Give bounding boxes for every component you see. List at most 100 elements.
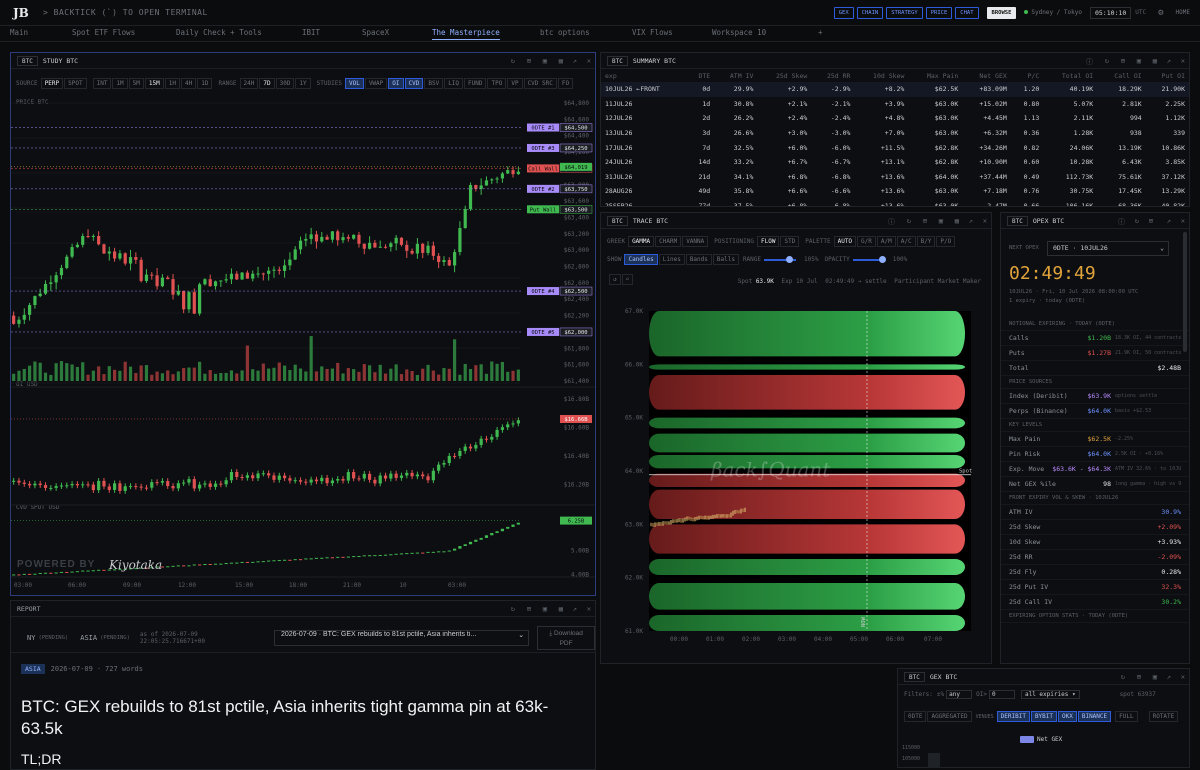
layout-icon[interactable]: ⊞ [923, 217, 927, 225]
session-asia[interactable]: ASIA [80, 634, 97, 642]
gex-asset-chip[interactable]: BTC [904, 671, 925, 682]
summary-row[interactable]: 28AUG26 49d 35.8% +6.6% -6.6% +13.6% $63.0K +7.… [601, 184, 1189, 199]
popout-icon[interactable]: ↗ [573, 57, 577, 65]
chain-button[interactable]: CHAIN [856, 6, 884, 19]
col-header[interactable]: 10d Skew [854, 69, 908, 82]
col-header[interactable]: Put OI [1146, 69, 1189, 82]
close-icon[interactable]: ✕ [983, 217, 987, 225]
col-header[interactable]: Call OI [1097, 69, 1146, 82]
refresh-icon[interactable]: ↻ [1121, 673, 1125, 681]
opex-asset-chip[interactable]: BTC [1007, 215, 1028, 226]
close-icon[interactable]: ✕ [1181, 217, 1185, 225]
study-asset-chip[interactable]: BTC [17, 55, 38, 66]
show-bands[interactable]: Bands [685, 254, 712, 265]
pct-filter-input[interactable]: any [946, 690, 973, 699]
tab-workspace-10[interactable]: Workspace 10 [712, 28, 766, 37]
popout-icon[interactable]: ↗ [1167, 673, 1171, 681]
venue-okx[interactable]: OKX [1058, 711, 1077, 722]
range-slider[interactable] [764, 255, 796, 263]
popout-icon[interactable]: ↗ [1167, 57, 1171, 65]
summary-asset-chip[interactable]: BTC [607, 55, 628, 66]
col-header[interactable]: 25d RR [811, 69, 854, 82]
mode-0dte[interactable]: 0DTE [904, 711, 927, 722]
full-button[interactable]: FULL [1115, 711, 1138, 722]
report-select[interactable]: 2026-07-09 · BTC: GEX rebuilds to 81st p… [273, 629, 530, 646]
tab-btc-options[interactable]: btc options [540, 28, 590, 37]
layout-icon[interactable]: ⊞ [1137, 673, 1141, 681]
session-ny[interactable]: NY [27, 634, 35, 642]
summary-row[interactable]: 25SEP2677d37.5%+6.8%-6.8%+13.6%$63.0K-2.… [601, 199, 1189, 206]
add-tab-button[interactable]: + [818, 28, 823, 37]
close-icon[interactable]: ✕ [587, 605, 591, 613]
show-balls[interactable]: Balls [712, 254, 739, 265]
maximize-icon[interactable]: ▦ [1153, 57, 1157, 65]
summary-row[interactable]: 13JUL26 3d 26.6% +3.0% -3.0% +7.0% $63.0K +6.32… [601, 126, 1189, 141]
tab-spot-etf-flows[interactable]: Spot ETF Flows [72, 28, 135, 37]
col-header[interactable]: ATM IV [714, 69, 757, 82]
refresh-icon[interactable]: ↻ [1105, 57, 1109, 65]
home-button[interactable]: HOME [1176, 9, 1190, 16]
opex-select[interactable]: 0DTE · 10JUL26 ⌄ [1047, 241, 1169, 256]
chat-button[interactable]: CHAT [955, 6, 979, 19]
venue-bybit[interactable]: BYBIT [1030, 711, 1057, 722]
download-pdf-button[interactable]: ⤓ Download PDF [537, 625, 595, 650]
browse-button[interactable]: BROWSE [986, 6, 1017, 19]
palette-ac[interactable]: A/C [896, 236, 916, 247]
col-header[interactable]: DTE [687, 69, 714, 82]
split-icon[interactable]: ▣ [939, 217, 943, 225]
expiries-select[interactable]: all expiries ▾ [1020, 690, 1080, 699]
show-candles[interactable]: Candles [624, 254, 658, 265]
tab-daily-check[interactable]: Daily Check + Tools [176, 28, 262, 37]
venue-binance[interactable]: BINANCE [1077, 711, 1112, 722]
price-button[interactable]: PRICE [925, 6, 953, 19]
split-icon[interactable]: ▣ [1153, 673, 1157, 681]
venue-deribit[interactable]: DERIBIT [996, 711, 1030, 722]
split-icon[interactable]: ▣ [1137, 57, 1141, 65]
refresh-icon[interactable]: ↻ [511, 605, 515, 613]
summary-row[interactable]: 12JUL26 2d 26.2% +2.4% -2.4% +4.8% $63.0K +4.45… [601, 111, 1189, 126]
palette-am[interactable]: A/M [876, 236, 896, 247]
split-icon[interactable]: ▣ [543, 605, 547, 613]
col-header[interactable]: Max Pain [908, 69, 962, 82]
positioning-std[interactable]: STD [780, 236, 800, 247]
palette-auto[interactable]: AUTO [833, 236, 857, 247]
close-icon[interactable]: ✕ [1181, 57, 1185, 65]
scrollbar[interactable] [1183, 232, 1187, 352]
zoom-icon[interactable]: ⌕ [621, 274, 634, 285]
split-icon[interactable]: ▣ [543, 57, 547, 65]
tab-ibit[interactable]: IBIT [302, 28, 320, 37]
range-slider-handle[interactable] [786, 255, 793, 263]
refresh-icon[interactable]: ↻ [907, 217, 911, 225]
info-icon[interactable]: ⓘ [1118, 217, 1125, 227]
tab-vix-flows[interactable]: VIX Flows [632, 28, 673, 37]
tab-main[interactable]: Main [10, 28, 28, 37]
popout-icon[interactable]: ↗ [1167, 217, 1171, 225]
summary-row[interactable]: 10JUL26 ←FRONT 0d 29.9% +2.9% -2.9% +8.2% $62.… [601, 82, 1189, 97]
maximize-icon[interactable]: ▦ [559, 605, 563, 613]
tab-spacex[interactable]: SpaceX [362, 28, 389, 37]
greek-gamma[interactable]: GAMMA [628, 236, 655, 247]
positioning-flow[interactable]: FLOW [757, 236, 780, 247]
oi-filter-input[interactable]: 0 [988, 690, 1015, 699]
show-lines[interactable]: Lines [658, 254, 685, 265]
undo-icon[interactable]: ↺ [609, 274, 621, 285]
study-chart[interactable]: $64,800$64,600$64,400$64,200$64,000$63,8… [11, 69, 595, 595]
layout-icon[interactable]: ⊞ [1121, 57, 1125, 65]
tab-the-masterpiece[interactable]: The Masterpiece [432, 28, 500, 40]
summary-row[interactable]: 11JUL26 1d 30.8% +2.1% -2.1% +3.9% $63.0K +15.0… [601, 97, 1189, 112]
col-header[interactable]: Total OI [1043, 69, 1097, 82]
col-header[interactable]: exp [601, 69, 687, 82]
layout-icon[interactable]: ⊞ [1149, 217, 1153, 225]
gex-button[interactable]: GEX [833, 6, 854, 19]
rotate-button[interactable]: ROTATE [1148, 711, 1179, 722]
greek-vanna[interactable]: VANNA [682, 236, 709, 247]
summary-row[interactable]: 31JUL26 21d 34.1% +6.8% -6.8% +13.6% $64.0K +37… [601, 170, 1189, 185]
refresh-icon[interactable]: ↻ [1135, 217, 1139, 225]
col-header[interactable]: P/C [1011, 69, 1043, 82]
palette-gr[interactable]: G/R [857, 236, 876, 247]
trace-heatmap[interactable]: 67.0K 66.0K 65.0K 64.0K 63.0K 62.0K 61.0K 00:00… [601, 301, 991, 661]
trace-asset-chip[interactable]: BTC [607, 215, 628, 226]
mode-aggregated[interactable]: AGGREGATED [927, 711, 972, 722]
app-logo[interactable]: ЈB [13, 6, 29, 20]
strategy-button[interactable]: STRATEGY [886, 6, 923, 19]
